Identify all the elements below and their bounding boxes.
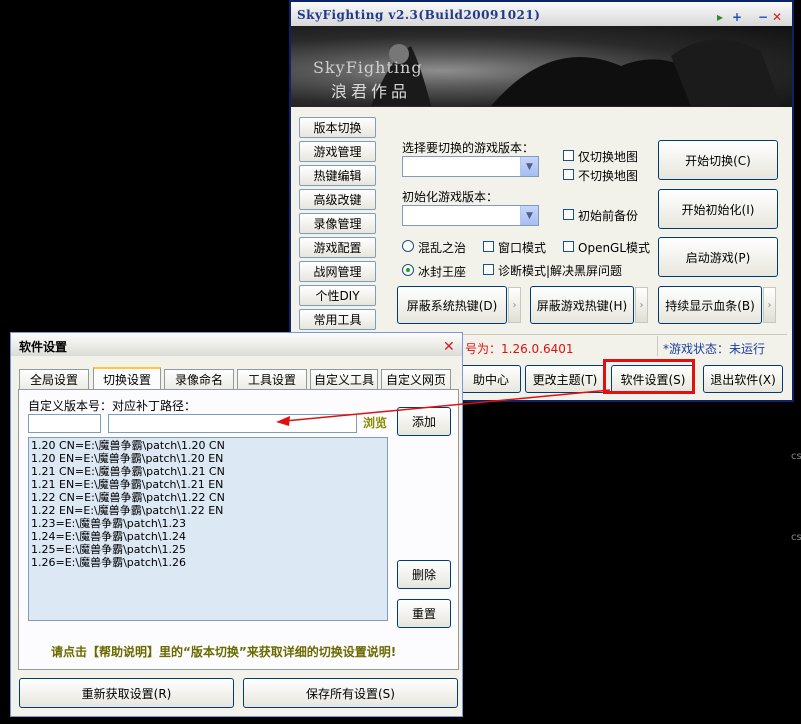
tab-custom-web[interactable]: 自定义网页 [381, 369, 451, 389]
settings-dialog: 软件设置 ✕ 全局设置 切换设置 录像命名 工具设置 自定义工具 自定义网页 自… [10, 332, 463, 717]
sidebar-item-battlenet[interactable]: 战网管理 [299, 261, 376, 282]
chevron-right-icon[interactable]: › [508, 287, 521, 323]
sidebar-item-tools[interactable]: 常用工具 [299, 309, 376, 330]
list-item[interactable]: 1.22 EN=E:\魔兽争霸\patch\1.22 EN [31, 504, 387, 517]
list-item[interactable]: 1.25=E:\魔兽争霸\patch\1.25 [31, 543, 387, 556]
only-map-label: 仅切换地图 [578, 150, 639, 164]
list-item[interactable]: 1.26=E:\魔兽争霸\patch\1.26 [31, 556, 387, 569]
window-mode-label: 窗口模式 [498, 241, 547, 255]
help-center-button[interactable]: 助中心 [461, 365, 521, 393]
chaos-label: 混乱之治 [418, 241, 467, 255]
version-number-text: 号为：1.26.0.6401 [465, 342, 574, 356]
window-mode-checkbox[interactable] [483, 241, 494, 252]
list-item[interactable]: 1.24=E:\魔兽争霸\patch\1.24 [31, 530, 387, 543]
list-item[interactable]: 1.23=E:\魔兽争霸\patch\1.23 [31, 517, 387, 530]
game-status-text: *游戏状态：未运行 [663, 342, 766, 356]
chaos-radio[interactable] [402, 240, 414, 252]
init-version-label: 初始化游戏版本： [402, 190, 499, 204]
no-map-label: 不切换地图 [578, 169, 639, 183]
chevron-down-icon[interactable]: ▼ [520, 157, 538, 176]
frozen-throne-label: 冰封王座 [418, 265, 467, 279]
init-backup-label: 初始前备份 [578, 209, 639, 223]
add-button[interactable]: 添加 [397, 407, 451, 436]
side-text: cs [791, 451, 801, 462]
list-item[interactable]: 1.20 CN=E:\魔兽争霸\patch\1.20 CN [31, 439, 387, 452]
delete-button[interactable]: 删除 [397, 560, 451, 589]
init-version-select[interactable]: ▼ [402, 205, 539, 226]
sidebar-item-advanced-keys[interactable]: 高级改键 [299, 189, 376, 210]
help-hint: 请点击【帮助说明】里的“版本切换”来获取详细的切换设置说明! [51, 645, 397, 659]
opengl-checkbox[interactable] [563, 241, 574, 252]
sidebar-item-replay-manage[interactable]: 录像管理 [299, 213, 376, 234]
chevron-right-icon[interactable]: › [763, 287, 776, 323]
banner-title: SkyFighting [313, 58, 423, 77]
block-game-hotkey-button[interactable]: 屏蔽游戏热键(H) [530, 286, 634, 324]
main-title-bar[interactable]: SkyFighting v2.3(Build20091021) ▸ + − ✕ [291, 2, 792, 27]
close-icon[interactable]: ✕ [443, 339, 455, 355]
launch-game-button[interactable]: 启动游戏(P) [658, 237, 778, 277]
sidebar-item-hotkey-edit[interactable]: 热键编辑 [299, 165, 376, 186]
banner-subtitle: 浪君作品 [331, 82, 412, 101]
sidebar-item-diy[interactable]: 个性DIY [299, 285, 376, 306]
reset-button[interactable]: 重置 [397, 599, 451, 628]
dialog-title-bar[interactable]: 软件设置 ✕ [11, 333, 462, 356]
tab-custom-tools[interactable]: 自定义工具 [310, 369, 378, 389]
start-switch-button[interactable]: 开始切换(C) [658, 140, 778, 180]
exit-software-button[interactable]: 退出软件(X) [703, 365, 783, 393]
chevron-down-icon[interactable]: ▼ [520, 206, 538, 225]
minimize-icon[interactable]: − [757, 10, 769, 24]
sidebar-item-game-config[interactable]: 游戏配置 [299, 237, 376, 258]
version-select[interactable]: ▼ [402, 156, 539, 177]
banner-image: SkyFighting 浪君作品 [291, 26, 792, 107]
frozen-throne-radio[interactable] [402, 264, 414, 276]
change-theme-button[interactable]: 更改主题(T) [525, 365, 605, 393]
patch-list[interactable]: 1.20 CN=E:\魔兽争霸\patch\1.20 CN 1.20 EN=E:… [28, 437, 388, 621]
block-sys-hotkey-button[interactable]: 屏蔽系统热键(D) [397, 286, 507, 324]
list-item[interactable]: 1.21 CN=E:\魔兽争霸\patch\1.21 CN [31, 465, 387, 478]
add-icon[interactable]: + [731, 10, 743, 24]
browse-link[interactable]: 浏览 [363, 414, 387, 431]
start-init-button[interactable]: 开始初始化(I) [658, 189, 778, 229]
list-item[interactable]: 1.21 EN=E:\魔兽争霸\patch\1.21 EN [31, 478, 387, 491]
highlight-box [603, 359, 695, 394]
show-hp-button[interactable]: 持续显示血条(B) [658, 286, 762, 324]
version-input[interactable] [28, 414, 101, 433]
chevron-right-icon[interactable]: › [635, 287, 648, 323]
dialog-title: 软件设置 [19, 340, 68, 354]
select-version-label: 选择要切换的游戏版本： [402, 141, 535, 155]
save-all-settings-button[interactable]: 保存所有设置(S) [243, 678, 458, 708]
reload-settings-button[interactable]: 重新获取设置(R) [19, 678, 234, 708]
side-text: cs [791, 532, 801, 543]
tab-switch[interactable]: 切换设置 [93, 367, 161, 389]
patch-path-input[interactable] [108, 414, 357, 433]
opengl-label: OpenGL模式 [578, 241, 651, 255]
only-map-checkbox[interactable] [563, 150, 574, 161]
field-label: 自定义版本号：对应补丁路径： [28, 399, 197, 413]
list-item[interactable]: 1.22 CN=E:\魔兽争霸\patch\1.22 CN [31, 491, 387, 504]
sidebar-item-game-manage[interactable]: 游戏管理 [299, 141, 376, 162]
tab-tools[interactable]: 工具设置 [237, 369, 307, 389]
list-item[interactable]: 1.20 EN=E:\魔兽争霸\patch\1.20 EN [31, 452, 387, 465]
close-icon[interactable]: ✕ [771, 10, 783, 24]
tab-global[interactable]: 全局设置 [19, 369, 89, 389]
diagnose-checkbox[interactable] [483, 264, 494, 275]
main-title: SkyFighting v2.3(Build20091021) [297, 8, 541, 22]
divider [657, 336, 658, 356]
sidebar-item-version-switch[interactable]: 版本切换 [299, 117, 376, 138]
diagnose-label: 诊断模式|解决黑屏问题 [498, 264, 623, 278]
tab-replay-naming[interactable]: 录像命名 [164, 369, 234, 389]
play-icon[interactable]: ▸ [714, 10, 726, 24]
init-backup-checkbox[interactable] [563, 209, 574, 220]
no-map-checkbox[interactable] [563, 169, 574, 180]
